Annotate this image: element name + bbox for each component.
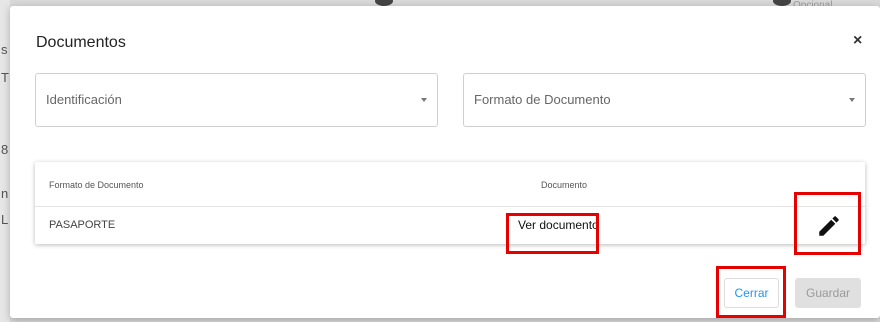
backdrop-text: T xyxy=(1,70,9,85)
backdrop-text: s xyxy=(1,42,8,57)
close-icon[interactable]: × xyxy=(853,32,862,50)
backdrop-text: 8 xyxy=(1,142,9,157)
guardar-button[interactable]: Guardar xyxy=(795,278,861,308)
column-header-formato: Formato de Documento xyxy=(49,180,144,190)
cerrar-button[interactable]: Cerrar xyxy=(724,278,779,308)
chevron-down-icon xyxy=(849,98,855,102)
dialog-title: Documentos xyxy=(36,34,126,51)
cell-formato: PASAPORTE xyxy=(49,219,116,231)
documents-table: Formato de Documento Documento PASAPORTE… xyxy=(35,162,865,244)
pencil-icon[interactable] xyxy=(816,213,842,239)
ver-documento-link[interactable]: Ver documento xyxy=(518,218,599,232)
backdrop-text: L xyxy=(1,212,9,227)
backdrop-text: n xyxy=(1,186,9,201)
identificacion-placeholder: Identificación xyxy=(46,92,122,107)
formato-documento-select[interactable]: Formato de Documento xyxy=(463,73,866,127)
documentos-dialog: Documentos × Identificación Formato de D… xyxy=(10,6,880,318)
identificacion-select[interactable]: Identificación xyxy=(35,73,438,127)
formato-documento-placeholder: Formato de Documento xyxy=(474,92,611,107)
chevron-down-icon xyxy=(421,98,427,102)
column-header-documento: Documento xyxy=(541,180,588,190)
divider xyxy=(35,206,865,207)
